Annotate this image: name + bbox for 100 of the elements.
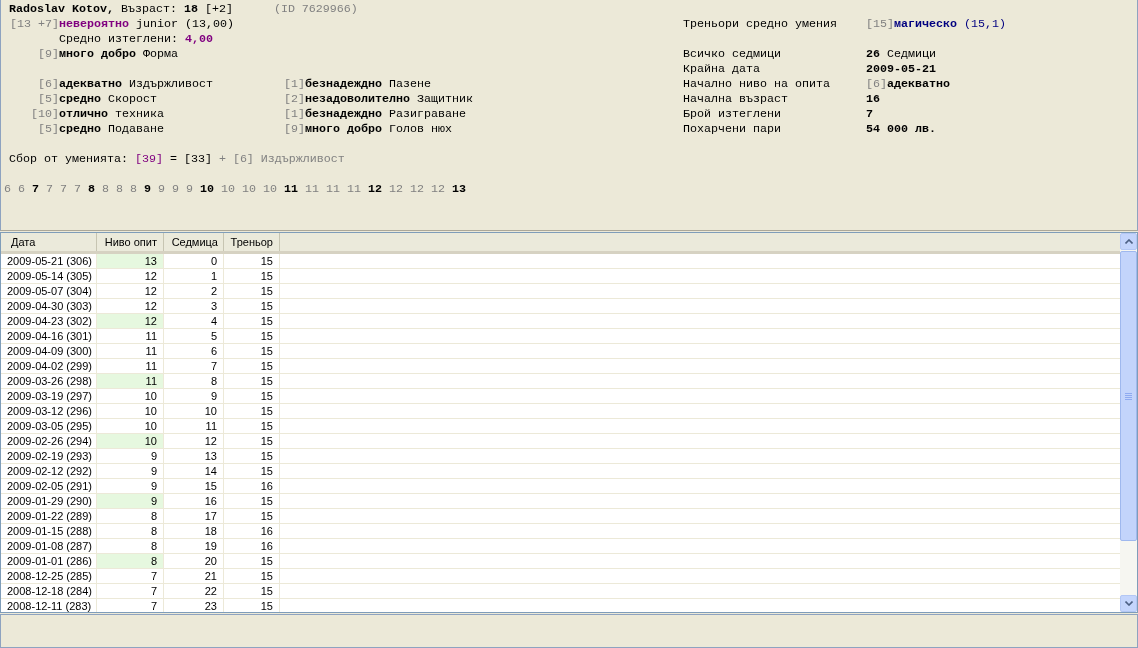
trainer-cell: 15	[224, 284, 280, 298]
trainer-cell: 15	[224, 404, 280, 418]
skill-total-label: Сбор от уменията:	[9, 152, 128, 167]
table-row[interactable]: 2009-01-29 (290) 9 16 15	[1, 494, 1120, 509]
stat-value: адекватно	[887, 77, 950, 92]
skill-score: [10]	[31, 107, 59, 122]
experience-text: junior (13,00)	[135, 17, 234, 32]
trainer-cell: 16	[224, 539, 280, 553]
level-number: 8	[102, 182, 109, 197]
table-row[interactable]: 2008-12-25 (285) 7 21 15	[1, 569, 1120, 584]
scrollbar-track[interactable]	[1120, 233, 1137, 612]
trainer-cell: 15	[224, 329, 280, 343]
scroll-down-button[interactable]	[1120, 595, 1137, 612]
skill-rating: много добро	[305, 122, 382, 137]
stat-label: Брой изтеглени	[683, 107, 781, 122]
level-number: 7	[74, 182, 81, 197]
table-row[interactable]: 2009-03-12 (296) 10 10 15	[1, 404, 1120, 419]
table-row[interactable]: 2009-04-09 (300) 11 6 15	[1, 344, 1120, 359]
week-cell: 16	[164, 494, 224, 508]
stat-value: 16	[866, 92, 880, 107]
column-header[interactable]: Ниво опит	[97, 233, 164, 251]
stat-value: магическо	[894, 17, 957, 32]
column-header[interactable]: Треньор	[224, 233, 280, 251]
skill-rating: безнадеждно	[305, 107, 382, 122]
table-row[interactable]: 2009-03-05 (295) 10 11 15	[1, 419, 1120, 434]
week-cell: 17	[164, 509, 224, 523]
level-number: 11	[284, 182, 298, 197]
level-number: 9	[172, 182, 179, 197]
level-number: 11	[326, 182, 340, 197]
player-id: (ID 7629966)	[273, 2, 358, 17]
trainer-cell: 15	[224, 389, 280, 403]
skill-name: Скорост	[108, 92, 157, 107]
week-cell: 21	[164, 569, 224, 583]
level-number: 9	[158, 182, 165, 197]
week-cell: 6	[164, 344, 224, 358]
age-bonus: [+2]	[204, 2, 233, 17]
trainer-cell: 16	[224, 524, 280, 538]
week-cell: 3	[164, 299, 224, 313]
week-cell: 9	[164, 389, 224, 403]
table-row[interactable]: 2009-02-12 (292) 9 14 15	[1, 464, 1120, 479]
week-cell: 12	[164, 434, 224, 448]
stat-label: Начално ниво на опита	[683, 77, 830, 92]
level-number: 7	[32, 182, 39, 197]
experience-cell: 13	[97, 254, 164, 268]
form-label: Форма	[142, 47, 178, 62]
level-number: 6	[18, 182, 25, 197]
column-header[interactable]: Седмица	[164, 233, 224, 251]
table-row[interactable]: 2009-02-19 (293) 9 13 15	[1, 449, 1120, 464]
table-row[interactable]: 2009-05-07 (304) 12 2 15	[1, 284, 1120, 299]
week-cell: 2	[164, 284, 224, 298]
trainer-cell: 15	[224, 464, 280, 478]
skill-name: Издържливост	[128, 77, 213, 92]
trainer-cell: 15	[224, 359, 280, 373]
week-cell: 22	[164, 584, 224, 598]
week-cell: 5	[164, 329, 224, 343]
skill-name: Голов нюх	[388, 122, 452, 137]
trainer-cell: 15	[224, 494, 280, 508]
level-number: 10	[200, 182, 214, 197]
table-row[interactable]: 2009-02-26 (294) 10 12 15	[1, 434, 1120, 449]
stat-score: [6]	[866, 77, 887, 92]
skill-name: Пазене	[388, 77, 431, 92]
level-number: 10	[242, 182, 256, 197]
scroll-up-button[interactable]	[1120, 233, 1137, 250]
table-row[interactable]: 2008-12-18 (284) 7 22 15	[1, 584, 1120, 599]
table-row[interactable]: 2009-04-23 (302) 12 4 15	[1, 314, 1120, 329]
column-header[interactable]: Дата	[1, 233, 97, 251]
table-row[interactable]: 2009-04-30 (303) 12 3 15	[1, 299, 1120, 314]
table-row[interactable]: 2009-03-26 (298) 11 8 15	[1, 374, 1120, 389]
experience-cell: 8	[97, 554, 164, 568]
chevron-up-icon	[1124, 239, 1133, 244]
week-cell: 11	[164, 419, 224, 433]
trainer-cell: 15	[224, 509, 280, 523]
skill-name: Подаване	[108, 122, 164, 137]
level-number: 7	[46, 182, 53, 197]
table-row[interactable]: 2009-04-02 (299) 11 7 15	[1, 359, 1120, 374]
skill-bonus-text: + [6] Издържливост	[218, 152, 345, 167]
scroll-thumb[interactable]	[1120, 251, 1137, 541]
skill-score: [2]	[284, 92, 305, 107]
table-row[interactable]: 2009-05-14 (305) 12 1 15	[1, 269, 1120, 284]
table-row[interactable]: 2009-03-19 (297) 10 9 15	[1, 389, 1120, 404]
table-row[interactable]: 2009-05-21 (306) 13 0 15	[1, 254, 1120, 269]
stat-score: [15]	[866, 17, 894, 32]
table-row[interactable]: 2009-01-15 (288) 8 18 16	[1, 524, 1120, 539]
table-row[interactable]: 2009-04-16 (301) 11 5 15	[1, 329, 1120, 344]
average-pulls-label: Средно изтеглени:	[59, 32, 178, 47]
table-row[interactable]: 2009-01-08 (287) 8 19 16	[1, 539, 1120, 554]
trainer-cell: 15	[224, 569, 280, 583]
trainer-cell: 15	[224, 599, 280, 612]
level-number: 8	[130, 182, 137, 197]
skill-rating: адекватно	[59, 77, 122, 92]
week-cell: 14	[164, 464, 224, 478]
level-number: 13	[452, 182, 466, 197]
skill-name: техника	[114, 107, 164, 122]
table-row[interactable]: 2009-01-01 (286) 8 20 15	[1, 554, 1120, 569]
experience-cell: 9	[97, 494, 164, 508]
trainer-cell: 15	[224, 299, 280, 313]
table-row[interactable]: 2009-02-05 (291) 9 15 16	[1, 479, 1120, 494]
table-row[interactable]: 2009-01-22 (289) 8 17 15	[1, 509, 1120, 524]
skill-total-value: [39]	[134, 152, 163, 167]
trainer-cell: 15	[224, 374, 280, 388]
